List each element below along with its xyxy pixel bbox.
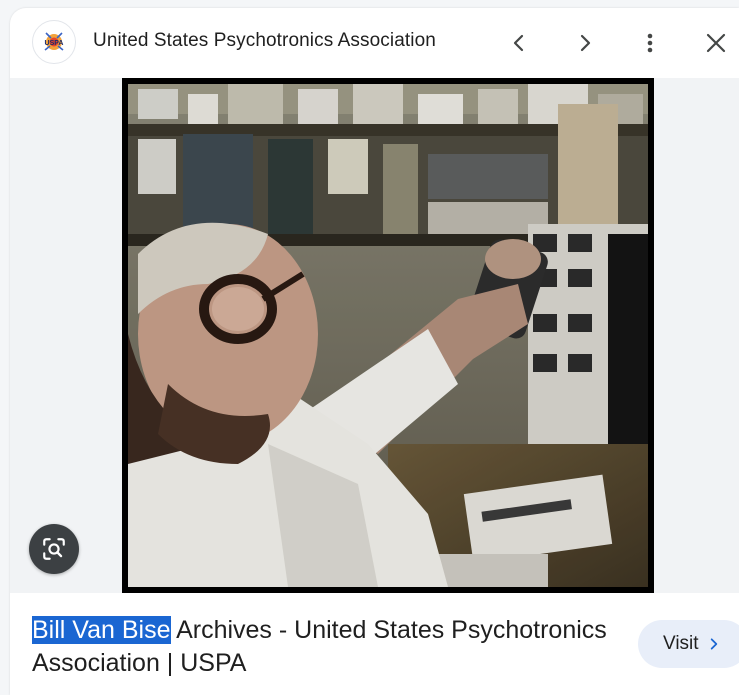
site-favicon[interactable]: USPA bbox=[32, 20, 76, 64]
visit-button[interactable]: Visit bbox=[638, 620, 739, 668]
close-button[interactable] bbox=[698, 25, 734, 61]
chevron-left-icon bbox=[513, 34, 524, 52]
next-button[interactable] bbox=[567, 25, 603, 61]
site-icon-text: USPA bbox=[45, 40, 64, 47]
site-name[interactable]: United States Psychotronics Association bbox=[93, 30, 436, 52]
chevron-right-icon bbox=[707, 637, 721, 651]
previous-button[interactable] bbox=[501, 25, 537, 61]
image-preview-panel: USPA United States Psychotronics Associa… bbox=[10, 8, 739, 695]
image-area bbox=[10, 78, 739, 593]
visit-label: Visit bbox=[663, 633, 699, 654]
more-vert-icon bbox=[647, 33, 653, 53]
lens-search-icon bbox=[43, 538, 65, 560]
uspa-logo-icon: USPA bbox=[44, 32, 64, 51]
more-options-button[interactable] bbox=[632, 25, 668, 61]
lens-search-button[interactable] bbox=[29, 524, 79, 574]
preview-photo[interactable] bbox=[122, 78, 654, 593]
chevron-right-icon bbox=[580, 34, 591, 52]
close-icon bbox=[706, 33, 726, 53]
result-title-link[interactable]: Bill Van Bise Archives - United States P… bbox=[32, 614, 622, 680]
selected-text: Bill Van Bise bbox=[32, 616, 171, 644]
preview-header: USPA United States Psychotronics Associa… bbox=[10, 8, 739, 78]
lab-photo-image bbox=[128, 84, 648, 587]
